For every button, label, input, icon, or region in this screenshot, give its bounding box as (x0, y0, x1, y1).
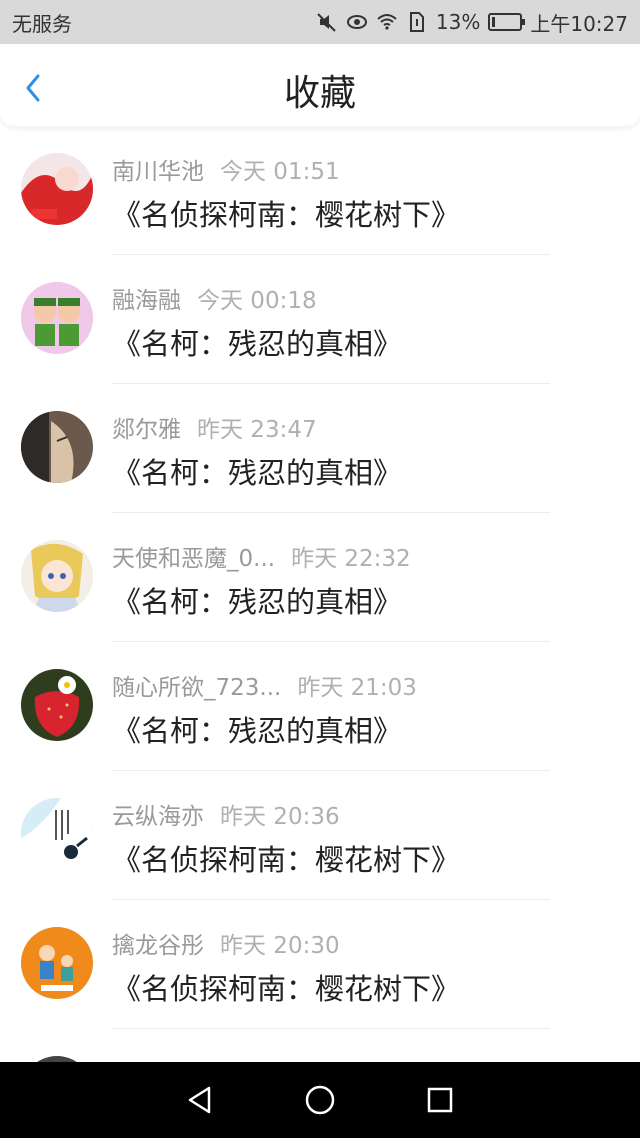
eye-icon (346, 11, 368, 33)
favorites-list: 南川华池 今天 01:51 《名侦探柯南：樱花树下》 融海融 今天 00:18 《名… (0, 126, 640, 1138)
username[interactable]: 融海融 (112, 288, 181, 314)
system-nav-bar (0, 1062, 640, 1138)
nav-back-button[interactable] (182, 1082, 218, 1118)
nav-bar: 收藏 (0, 44, 640, 126)
carrier-label: 无服务 (12, 11, 72, 36)
timestamp: 昨天 21:03 (297, 675, 417, 701)
username[interactable]: 郯尔雅 (112, 417, 181, 443)
story-title[interactable]: 《名柯：残忍的真相》 (112, 321, 402, 363)
avatar[interactable] (21, 927, 93, 999)
clock: 上午10:27 (530, 11, 628, 36)
username[interactable]: 擒龙谷彤 (112, 933, 204, 959)
story-title[interactable]: 《名柯：残忍的真相》 (112, 450, 402, 492)
nav-home-button[interactable] (302, 1082, 338, 1118)
nav-recents-button[interactable] (422, 1082, 458, 1118)
battery-percent: 13% (435, 10, 481, 34)
list-item[interactable]: 天使和恶魔_0... 昨天 22:32 《名柯：残忍的真相》 (0, 513, 640, 642)
status-icons: 13% 上午10:27 (316, 8, 628, 37)
story-title[interactable]: 《名柯：残忍的真相》 (112, 579, 402, 621)
avatar[interactable] (21, 798, 93, 870)
username[interactable]: 南川华池 (112, 159, 204, 185)
timestamp: 昨天 22:32 (291, 546, 411, 572)
username[interactable]: 天使和恶魔_0... (112, 546, 275, 572)
wifi-icon (376, 11, 398, 33)
back-triangle-icon (188, 1086, 211, 1114)
avatar[interactable] (21, 411, 93, 483)
list-item[interactable]: 云纵海亦 昨天 20:36 《名侦探柯南：樱花树下》 (0, 771, 640, 900)
list-item[interactable]: 郯尔雅 昨天 23:47 《名柯：残忍的真相》 (0, 384, 640, 513)
avatar[interactable] (21, 282, 93, 354)
list-item[interactable]: 随心所欲_723... 昨天 21:03 《名柯：残忍的真相》 (0, 642, 640, 771)
page-title: 收藏 (283, 73, 356, 114)
avatar[interactable] (21, 669, 93, 741)
list-item[interactable]: 融海融 今天 00:18 《名柯：残忍的真相》 (0, 255, 640, 384)
story-title[interactable]: 《名侦探柯南：樱花树下》 (112, 192, 460, 234)
battery-icon (488, 13, 526, 31)
mute-icon (316, 11, 338, 33)
timestamp: 今天 00:18 (197, 288, 317, 314)
list-item[interactable]: 擒龙谷彤 昨天 20:30 《名侦探柯南：樱花树下》 (0, 900, 640, 1029)
timestamp: 昨天 20:30 (220, 933, 340, 959)
sim-icon (406, 11, 428, 33)
timestamp: 昨天 23:47 (197, 417, 317, 443)
avatar[interactable] (21, 153, 93, 225)
recents-square-icon (427, 1087, 453, 1113)
list-item[interactable]: 南川华池 今天 01:51 《名侦探柯南：樱花树下》 (0, 126, 640, 255)
username[interactable]: 随心所欲_723... (112, 675, 281, 701)
username[interactable]: 云纵海亦 (112, 804, 204, 830)
timestamp: 今天 01:51 (220, 159, 340, 185)
timestamp: 昨天 20:36 (220, 804, 340, 830)
avatar[interactable] (21, 540, 93, 612)
story-title[interactable]: 《名柯：残忍的真相》 (112, 708, 402, 750)
story-title[interactable]: 《名侦探柯南：樱花树下》 (112, 966, 460, 1008)
status-bar: 无服务 13% 上午10:27 (0, 0, 640, 44)
story-title[interactable]: 《名侦探柯南：樱花树下》 (112, 837, 460, 879)
home-circle-icon (305, 1085, 335, 1115)
